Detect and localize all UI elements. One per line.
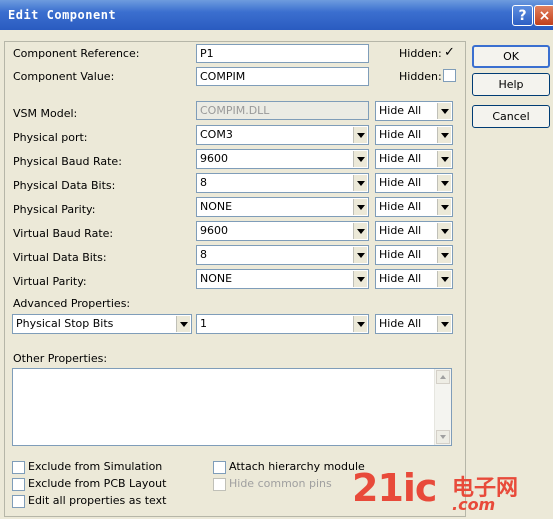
chevron-down-icon[interactable] — [437, 175, 451, 191]
chevron-down-icon[interactable] — [353, 316, 367, 332]
other-properties-label: Other Properties: — [13, 352, 108, 365]
title-bar: Edit Component ? × — [0, 0, 553, 30]
physical-port-visibility-select[interactable]: Hide All — [375, 125, 453, 145]
virtual-baud-rate-visibility-value: Hide All — [379, 224, 422, 237]
cancel-button[interactable]: Cancel — [472, 105, 550, 128]
virtual-data-bits-visibility-value: Hide All — [379, 248, 422, 261]
chevron-down-icon[interactable] — [437, 271, 451, 287]
physical-parity-value: NONE — [200, 200, 233, 213]
exclude-simulation-checkbox[interactable] — [12, 461, 25, 474]
exclude-pcb-label: Exclude from PCB Layout — [28, 477, 167, 490]
hide-common-pins-label: Hide common pins — [229, 477, 332, 490]
chevron-down-icon[interactable] — [437, 151, 451, 167]
physical-baud-rate-label: Physical Baud Rate: — [13, 155, 122, 168]
scroll-down-icon[interactable] — [436, 430, 450, 444]
value-hidden-checkbox[interactable] — [443, 69, 456, 82]
physical-parity-select[interactable]: NONE — [196, 197, 369, 217]
advanced-visibility-value: Hide All — [379, 317, 422, 330]
physical-parity-visibility-value: Hide All — [379, 200, 422, 213]
reference-hidden-checkbox[interactable]: ✓ — [443, 46, 456, 60]
physical-port-label: Physical port: — [13, 131, 88, 144]
chevron-down-icon[interactable] — [353, 223, 367, 239]
hide-common-pins-checkbox — [213, 478, 226, 491]
physical-data-bits-label: Physical Data Bits: — [13, 179, 116, 192]
chevron-down-icon[interactable] — [437, 103, 451, 119]
physical-baud-rate-visibility-select[interactable]: Hide All — [375, 149, 453, 169]
reference-hidden-label: Hidden: — [399, 47, 442, 60]
exclude-simulation-label: Exclude from Simulation — [28, 460, 163, 473]
chevron-down-icon[interactable] — [353, 151, 367, 167]
chevron-down-icon[interactable] — [437, 199, 451, 215]
advanced-visibility-select[interactable]: Hide All — [375, 314, 453, 334]
advanced-properties-label: Advanced Properties: — [13, 297, 131, 310]
ok-button[interactable]: OK — [472, 45, 550, 68]
edit-all-checkbox[interactable] — [12, 495, 25, 508]
virtual-data-bits-label: Virtual Data Bits: — [13, 251, 107, 264]
component-reference-label: Component Reference: — [13, 47, 140, 60]
vsm-model-visibility-value: Hide All — [379, 104, 422, 117]
physical-data-bits-value: 8 — [200, 176, 207, 189]
watermark-logo: 21ic — [352, 466, 437, 510]
vsm-model-label: VSM Model: — [13, 107, 78, 120]
advanced-property-value: Physical Stop Bits — [16, 317, 114, 330]
exclude-pcb-checkbox[interactable] — [12, 478, 25, 491]
virtual-data-bits-visibility-select[interactable]: Hide All — [375, 245, 453, 265]
virtual-parity-visibility-value: Hide All — [379, 272, 422, 285]
advanced-value-select[interactable]: 1 — [196, 314, 369, 334]
physical-baud-rate-value: 9600 — [200, 152, 228, 165]
chevron-down-icon[interactable] — [353, 127, 367, 143]
component-reference-input[interactable]: P1 — [196, 44, 369, 63]
virtual-data-bits-select[interactable]: 8 — [196, 245, 369, 265]
virtual-baud-rate-visibility-select[interactable]: Hide All — [375, 221, 453, 241]
chevron-down-icon[interactable] — [353, 271, 367, 287]
window-title: Edit Component — [8, 8, 117, 22]
help-icon[interactable]: ? — [512, 5, 533, 26]
edit-all-label: Edit all properties as text — [28, 494, 167, 507]
vsm-model-visibility-select[interactable]: Hide All — [375, 101, 453, 121]
virtual-baud-rate-label: Virtual Baud Rate: — [13, 227, 114, 240]
help-button[interactable]: Help — [472, 73, 550, 96]
attach-hierarchy-checkbox[interactable] — [213, 461, 226, 474]
chevron-down-icon[interactable] — [437, 127, 451, 143]
chevron-down-icon[interactable] — [437, 223, 451, 239]
scrollbar[interactable] — [434, 369, 451, 445]
virtual-parity-value: NONE — [200, 272, 233, 285]
attach-hierarchy-label: Attach hierarchy module — [229, 460, 365, 473]
physical-baud-rate-visibility-value: Hide All — [379, 152, 422, 165]
virtual-data-bits-value: 8 — [200, 248, 207, 261]
physical-data-bits-select[interactable]: 8 — [196, 173, 369, 193]
chevron-down-icon[interactable] — [437, 247, 451, 263]
virtual-baud-rate-select[interactable]: 9600 — [196, 221, 369, 241]
chevron-down-icon[interactable] — [437, 316, 451, 332]
close-icon[interactable]: × — [534, 5, 553, 26]
component-value-label: Component Value: — [13, 70, 115, 83]
chevron-down-icon[interactable] — [176, 316, 190, 332]
vsm-model-input: COMPIM.DLL — [196, 101, 369, 120]
physical-port-visibility-value: Hide All — [379, 128, 422, 141]
physical-baud-rate-select[interactable]: 9600 — [196, 149, 369, 169]
component-value-input[interactable]: COMPIM — [196, 67, 369, 86]
physical-data-bits-visibility-select[interactable]: Hide All — [375, 173, 453, 193]
scroll-up-icon[interactable] — [436, 370, 450, 384]
virtual-parity-visibility-select[interactable]: Hide All — [375, 269, 453, 289]
physical-parity-label: Physical Parity: — [13, 203, 96, 216]
advanced-property-select[interactable]: Physical Stop Bits — [12, 314, 192, 334]
virtual-parity-label: Virtual Parity: — [13, 275, 87, 288]
virtual-parity-select[interactable]: NONE — [196, 269, 369, 289]
advanced-value: 1 — [200, 317, 207, 330]
physical-data-bits-visibility-value: Hide All — [379, 176, 422, 189]
other-properties-textarea[interactable] — [12, 368, 452, 446]
physical-port-select[interactable]: COM3 — [196, 125, 369, 145]
physical-parity-visibility-select[interactable]: Hide All — [375, 197, 453, 217]
chevron-down-icon[interactable] — [353, 247, 367, 263]
chevron-down-icon[interactable] — [353, 175, 367, 191]
virtual-baud-rate-value: 9600 — [200, 224, 228, 237]
chevron-down-icon[interactable] — [353, 199, 367, 215]
value-hidden-label: Hidden: — [399, 70, 442, 83]
physical-port-value: COM3 — [200, 128, 233, 141]
watermark-domain: .com — [452, 495, 496, 514]
